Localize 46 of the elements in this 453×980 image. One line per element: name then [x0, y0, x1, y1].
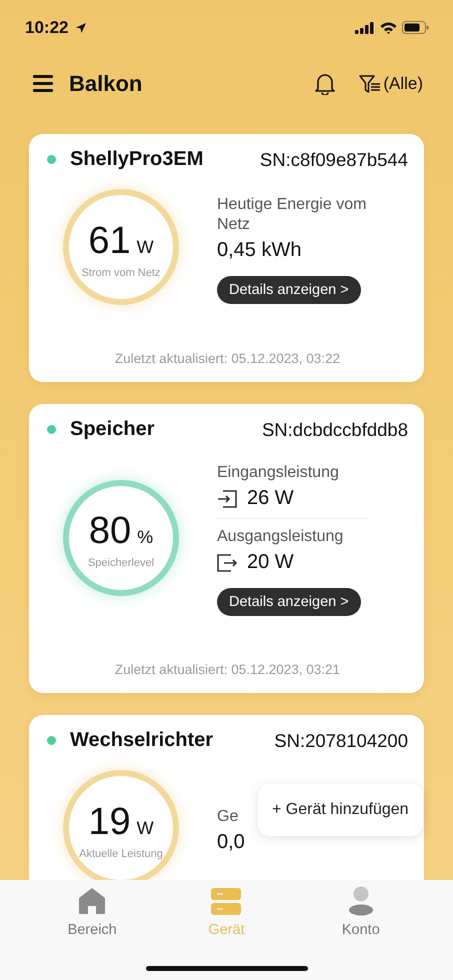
battery-icon [402, 21, 429, 34]
output-icon [217, 554, 237, 572]
home-icon [77, 886, 108, 916]
device-card[interactable]: Speicher SN:dcbdccbfddb8 80% Speicherlevel Eingangsleistung 26 W Ausgangsleistung 20 W Details anzeigen > Zuletzt aktualisiert: 05.12.2023, 03:21 [29, 404, 424, 693]
details-button[interactable]: Details anzeigen > [217, 276, 361, 304]
page-title: Balkon [69, 70, 142, 96]
gauge-value: 19 [88, 800, 131, 844]
filter-icon [359, 74, 382, 94]
gauge-unit: % [137, 527, 154, 548]
gauge-value: 80 [88, 510, 132, 553]
tab[interactable]: Konto [316, 886, 406, 980]
details-button[interactable]: Details anzeigen > [217, 588, 361, 616]
device-name: ShellyPro3EM [70, 148, 204, 171]
serial-number: SN:dcbdccbfddb8 [262, 418, 408, 440]
gauge-caption: Aktuelle Leistung [79, 848, 163, 860]
serial-number: SN:c8f09e87b544 [260, 148, 408, 170]
stat-value: 0,45 kWh [217, 238, 302, 262]
gauge-caption: Strom vom Netz [82, 266, 160, 278]
serial-number: SN:2078104200 [274, 730, 408, 752]
gauge-unit: W [136, 236, 154, 258]
gauge-unit: W [136, 818, 154, 838]
stat-label: Ausgangsleistung [217, 528, 344, 545]
stat-label: Eingangsleistung [217, 464, 339, 481]
device-name: Wechselrichter [70, 729, 214, 752]
last-updated: Zuletzt aktualisiert: 05.12.2023, 03:21 [114, 662, 342, 677]
device-card[interactable]: ShellyPro3EM SN:c8f09e87b544 61 W Strom vom Netz Heutige Energie vom Netz 0,45 kWh Details anzeigen > Zuletzt aktualisiert: 05.12.2023, 03:22 [29, 134, 424, 382]
device-name: Speicher [70, 418, 154, 441]
stat-value: 0,0 [217, 830, 245, 854]
last-updated: Zuletzt aktualisiert: 05.12.2023, 03:22 [114, 351, 342, 366]
stat-label: Heutige Energie vom Netz [217, 196, 366, 232]
filter-button[interactable]: (Alle) [359, 74, 423, 94]
input-icon [217, 490, 237, 508]
menu-icon[interactable] [33, 75, 53, 92]
add-device-button[interactable]: + Gerät hinzufügen [258, 784, 423, 836]
location-arrow-icon [75, 22, 88, 34]
gauge-caption: Speicherlevel [88, 557, 154, 569]
signal-icon [355, 22, 375, 34]
stat-label: Ge [217, 808, 238, 824]
notification-bell-icon[interactable] [315, 72, 336, 94]
tab[interactable]: Bereich [47, 886, 138, 980]
wifi-icon [380, 22, 397, 34]
devices-icon [211, 886, 242, 916]
status-time: 10:22 [25, 18, 68, 38]
stat-value: 20 W [247, 551, 294, 574]
gauge-value: 61 [88, 220, 131, 262]
stat-value: 26 W [247, 487, 294, 510]
